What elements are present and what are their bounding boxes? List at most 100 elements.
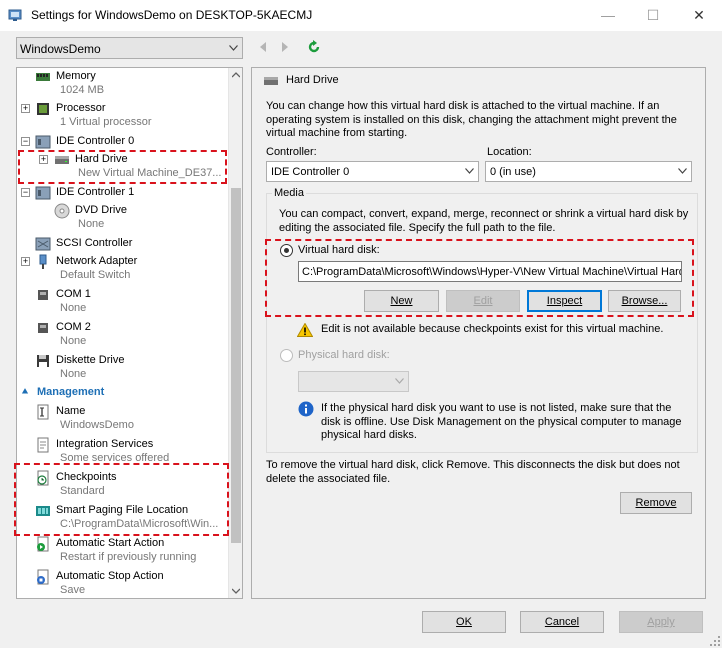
physical-disk-info: If the physical hard disk you want to us… [321,402,682,441]
tree-item-memory[interactable]: Memory 1024 MB [17,69,227,101]
network-adapter-icon [39,254,47,269]
edit-button[interactable]: Edit [446,290,520,312]
tree-sub-network-adapter: Default Switch [60,269,131,281]
new-button[interactable]: New [364,290,439,312]
edit-button-label: Edit [473,295,493,307]
hard-drive-icon [264,77,278,85]
back-arrow-icon[interactable] [257,41,269,53]
maximize-button[interactable]: ☐ [630,0,676,30]
remove-button-label: Remove [635,497,677,509]
tree-sub-automatic-stop-action: Save [60,584,86,596]
cancel-button[interactable]: Cancel [520,611,604,633]
browse-button-label: Browse... [621,295,668,307]
resize-grip-icon[interactable] [710,636,720,646]
auto-start-icon [37,536,49,552]
tree-item-com2[interactable]: COM 2 None [17,320,227,352]
remove-button[interactable]: Remove [620,492,692,514]
collapse-icon[interactable]: − [21,188,30,197]
warning-icon [297,323,313,337]
forward-arrow-icon[interactable] [279,41,291,53]
close-icon: ✕ [693,6,705,23]
tree-sub-smart-paging: C:\ProgramData\Microsoft\Win... [60,518,219,530]
tree-item-integration-services[interactable]: Integration Services Some services offer… [17,437,227,469]
virtual-hard-disk-label: Virtual hard disk: [298,244,380,256]
scroll-down-icon[interactable] [232,588,240,594]
virtual-hard-disk-path-input[interactable]: C:\ProgramData\Microsoft\Windows\Hyper-V… [298,261,682,282]
tree-label-scsi-controller: SCSI Controller [56,237,133,249]
new-button-label: New [390,295,413,307]
hard-drive-settings-panel: Hard Drive You can change how this virtu… [251,67,706,599]
window-title: Settings for WindowsDemo on DESKTOP-5KAE… [31,8,313,22]
dvd-disc-icon [54,203,70,219]
tree-label-ide-controller-0: IDE Controller 0 [56,135,135,147]
name-document-icon [37,404,49,420]
close-button[interactable]: ✕ [676,0,722,30]
location-label: Location: [487,146,532,158]
tree-scrollbar[interactable] [228,68,242,598]
tree-sub-dvd-drive: None [78,218,105,230]
panel-description: You can change how this virtual hard dis… [266,100,677,139]
tree-item-dvd-drive[interactable]: DVD Drive None [17,203,227,235]
inspect-button[interactable]: Inspect [527,290,602,312]
scroll-up-icon[interactable] [232,72,240,78]
ok-button[interactable]: OK [422,611,506,633]
controller-dropdown[interactable]: IDE Controller 0 [266,161,479,182]
tree-item-name[interactable]: Name WindowsDemo [17,404,227,436]
inspect-button-label: Inspect [546,295,583,307]
tree-sub-processor: 1 Virtual processor [60,116,152,128]
tree-sub-memory: 1024 MB [60,84,105,96]
physical-hard-disk-dropdown[interactable] [298,371,409,392]
tree-item-processor[interactable]: + Processor 1 Virtual processor [17,101,227,133]
com-port-icon [38,290,48,300]
vm-selector-dropdown[interactable]: WindowsDemo [16,37,243,59]
physical-hard-disk-radio[interactable] [280,349,293,362]
tree-label-network-adapter: Network Adapter [56,255,138,267]
tree-item-diskette-drive[interactable]: Diskette Drive None [17,353,227,385]
apply-button[interactable]: Apply [619,611,703,633]
minimize-button[interactable]: — [585,0,631,30]
expand-icon[interactable]: + [21,257,30,266]
tree-item-checkpoints[interactable]: Checkpoints Standard [17,470,227,502]
collapse-chevron-icon: ⯅ [21,387,29,398]
tree-sub-name: WindowsDemo [60,419,134,431]
browse-button[interactable]: Browse... [608,290,681,312]
tree-item-automatic-stop-action[interactable]: Automatic Stop Action Save [17,569,227,598]
tree-label-ide-controller-1: IDE Controller 1 [56,186,135,198]
diskette-icon [37,355,49,367]
management-section-header[interactable]: ⯅ Management [21,386,104,398]
tree-sub-hard-drive: New Virtual Machine_DE37... [78,167,222,179]
tree-sub-com1: None [60,302,87,314]
scsi-controller-icon [35,237,51,251]
info-icon [298,401,314,417]
vm-selector-value: WindowsDemo [20,42,101,56]
chevron-down-icon [678,168,687,174]
tree-label-diskette-drive: Diskette Drive [56,354,125,366]
tree-item-network-adapter[interactable]: + Network Adapter Default Switch [17,254,227,286]
tree-item-automatic-start-action[interactable]: Automatic Start Action Restart if previo… [17,536,227,568]
tree-label-com1: COM 1 [56,288,91,300]
location-dropdown[interactable]: 0 (in use) [485,161,692,182]
remove-description: To remove the virtual hard disk, click R… [266,459,680,485]
expand-icon[interactable]: + [21,104,30,113]
virtual-hard-disk-radio[interactable] [280,244,293,257]
tree-label-hard-drive: Hard Drive [75,153,128,165]
expand-icon[interactable]: + [39,155,48,164]
edit-unavailable-warning: Edit is not available because checkpoint… [321,323,664,335]
tree-item-smart-paging[interactable]: Smart Paging File Location C:\ProgramDat… [17,503,227,535]
tree-sub-integration-services: Some services offered [60,452,170,464]
scrollbar-thumb[interactable] [231,188,241,543]
chevron-down-icon [229,45,238,51]
tree-label-processor: Processor [56,102,106,114]
collapse-icon[interactable]: − [21,137,30,146]
maximize-icon: ☐ [646,6,660,23]
tree-item-hard-drive[interactable]: + Hard Drive New Virtual Machine_DE37... [17,152,227,184]
processor-icon [37,103,49,115]
chevron-down-icon [465,168,474,174]
apply-button-label: Apply [647,616,675,628]
panel-title: Hard Drive [264,74,339,86]
tree-sub-checkpoints: Standard [60,485,105,497]
refresh-icon[interactable] [307,40,321,54]
tree-sub-com2: None [60,335,87,347]
management-label: Management [37,386,105,398]
tree-item-com1[interactable]: COM 1 None [17,287,227,319]
